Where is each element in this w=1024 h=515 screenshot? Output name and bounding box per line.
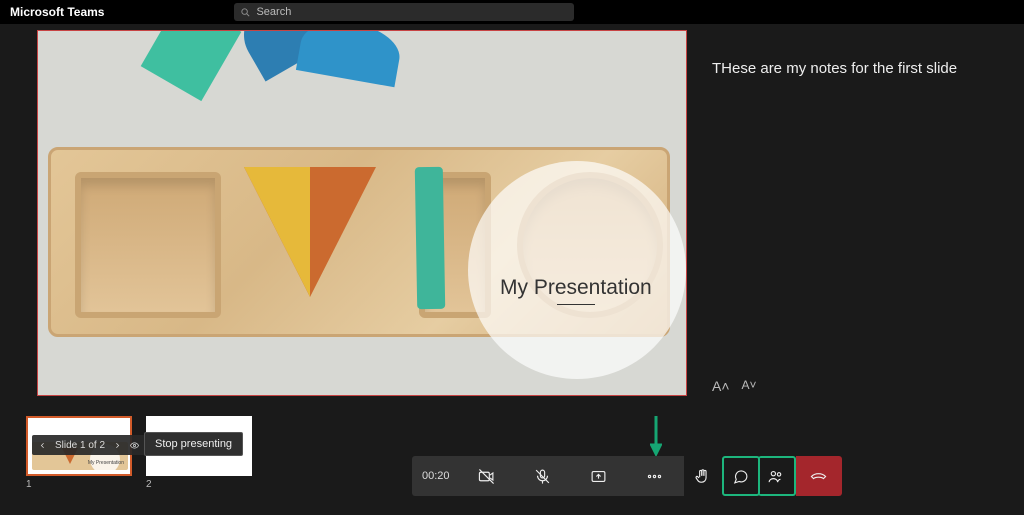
thumbnail-index: 2	[146, 479, 252, 490]
title-bubble	[468, 161, 686, 379]
search-placeholder: Search	[256, 6, 291, 18]
notes-font-controls: A˄ A˅	[712, 378, 757, 394]
chat-icon	[732, 468, 749, 485]
chevron-left-icon[interactable]	[38, 441, 47, 450]
camera-off-icon	[478, 468, 495, 485]
title-bar: Microsoft Teams Search	[0, 0, 1024, 24]
chat-button[interactable]	[722, 456, 760, 496]
slide-counter: Slide 1 of 2	[55, 440, 105, 451]
chevron-right-icon[interactable]	[113, 441, 122, 450]
thumbnail-index: 1	[26, 479, 132, 490]
presenter-notes-pane: THese are my notes for the first slide A…	[690, 30, 1024, 400]
presentation-stage: My Presentation THese are my notes for t…	[0, 24, 1024, 400]
slide-title: My Presentation	[500, 276, 652, 305]
ellipsis-icon	[646, 468, 663, 485]
slide-navigator: Slide 1 of 2	[32, 435, 145, 455]
decrease-font-button[interactable]: A˅	[742, 378, 757, 394]
app-title: Microsoft Teams	[10, 5, 104, 19]
people-icon	[767, 468, 784, 485]
hangup-button[interactable]	[796, 456, 842, 496]
rectangle-shape	[415, 167, 445, 309]
annotation-arrow	[650, 416, 662, 452]
stop-presenting-button[interactable]: Stop presenting	[144, 432, 243, 456]
mic-toggle-button[interactable]	[524, 456, 562, 496]
current-slide[interactable]: My Presentation	[37, 30, 687, 396]
eye-icon[interactable]	[130, 441, 139, 450]
camera-toggle-button[interactable]	[468, 456, 506, 496]
mic-off-icon	[534, 468, 551, 485]
more-actions-button[interactable]	[636, 456, 674, 496]
presenter-notes-text: THese are my notes for the first slide	[712, 60, 1010, 77]
share-tray-icon	[590, 468, 607, 485]
phone-hangup-icon	[810, 468, 827, 485]
increase-font-button[interactable]: A˄	[712, 378, 730, 394]
raise-hand-button[interactable]	[684, 456, 722, 496]
hand-icon	[694, 468, 711, 485]
search-icon	[240, 7, 251, 18]
slide-area: My Presentation	[0, 30, 690, 400]
call-toolbar: 00:20	[412, 456, 842, 496]
participants-button[interactable]	[758, 456, 796, 496]
search-input[interactable]: Search	[234, 3, 574, 21]
call-duration: 00:20	[422, 470, 450, 482]
share-button[interactable]	[580, 456, 618, 496]
